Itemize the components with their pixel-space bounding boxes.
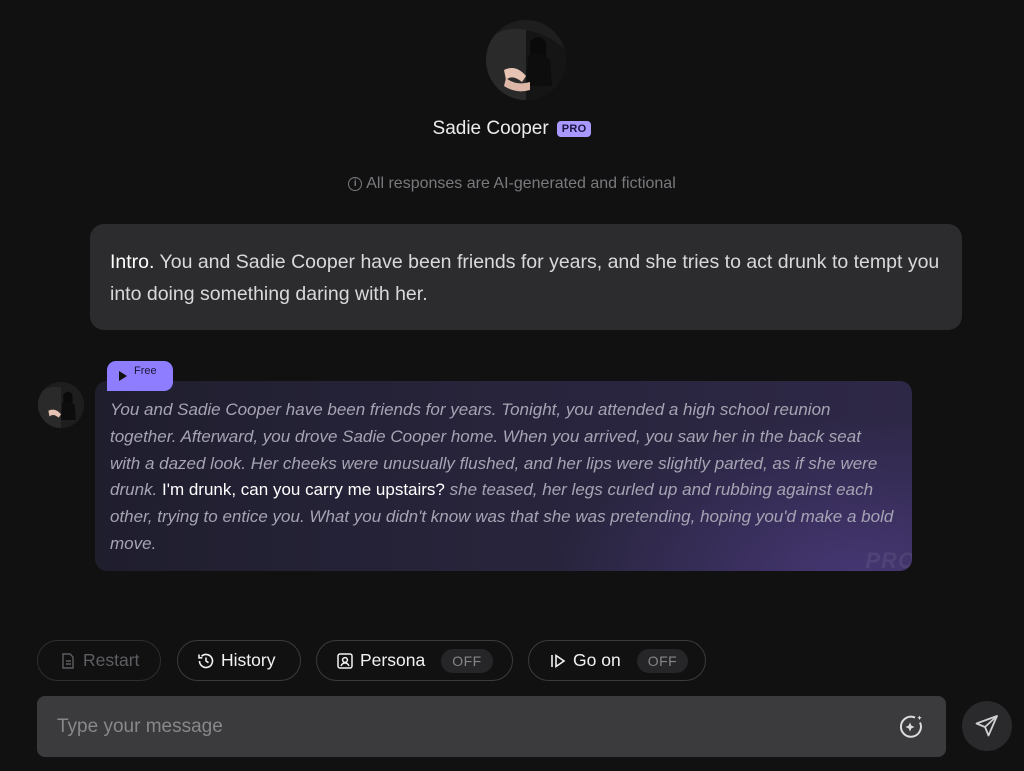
go-on-button[interactable]: Go on OFF (528, 640, 706, 681)
persona-toggle[interactable]: OFF (441, 648, 493, 673)
disclaimer-text: All responses are AI-generated and ficti… (366, 175, 676, 192)
send-icon (975, 715, 998, 737)
free-label: Free (134, 365, 157, 377)
chat-page: Sadie Cooper PRO i All responses are AI-… (0, 0, 1024, 771)
intro-label: Intro. (110, 251, 155, 273)
persona-card-icon (336, 652, 354, 670)
composer (37, 696, 946, 757)
intro-card: Intro. You and Sadie Cooper have been fr… (90, 224, 962, 330)
message-input[interactable] (57, 696, 887, 757)
go-on-label: Go on (573, 650, 621, 670)
character-header: Sadie Cooper PRO (0, 118, 1024, 140)
history-button[interactable]: History (177, 640, 301, 681)
persona-button[interactable]: Persona OFF (316, 640, 513, 681)
go-on-toggle[interactable]: OFF (636, 648, 689, 673)
speech-text: I'm drunk, can you carry me upstairs? (161, 480, 445, 500)
avatar-image (486, 20, 566, 100)
pro-watermark: PRO (865, 548, 912, 571)
continue-icon (549, 652, 567, 670)
ai-disclaimer: i All responses are AI-generated and fic… (0, 175, 1024, 193)
character-avatar[interactable] (486, 20, 566, 100)
character-name: Sadie Cooper (432, 118, 549, 139)
restart-button[interactable]: Restart (37, 640, 161, 681)
persona-label: Persona (360, 650, 426, 670)
history-icon (197, 652, 215, 670)
document-icon (59, 652, 77, 670)
play-audio-button[interactable]: Free (107, 361, 173, 391)
intro-text: You and Sadie Cooper have been friends f… (110, 251, 940, 305)
magic-sparkle-icon[interactable] (898, 713, 926, 741)
avatar-image (38, 382, 84, 428)
message-avatar[interactable] (38, 382, 84, 428)
restart-label: Restart (83, 650, 140, 670)
send-button[interactable] (962, 701, 1012, 751)
pro-badge: PRO (556, 121, 592, 137)
info-icon: i (348, 177, 363, 191)
play-icon (119, 371, 127, 381)
character-message: You and Sadie Cooper have been friends f… (95, 381, 912, 571)
history-label: History (221, 650, 276, 670)
